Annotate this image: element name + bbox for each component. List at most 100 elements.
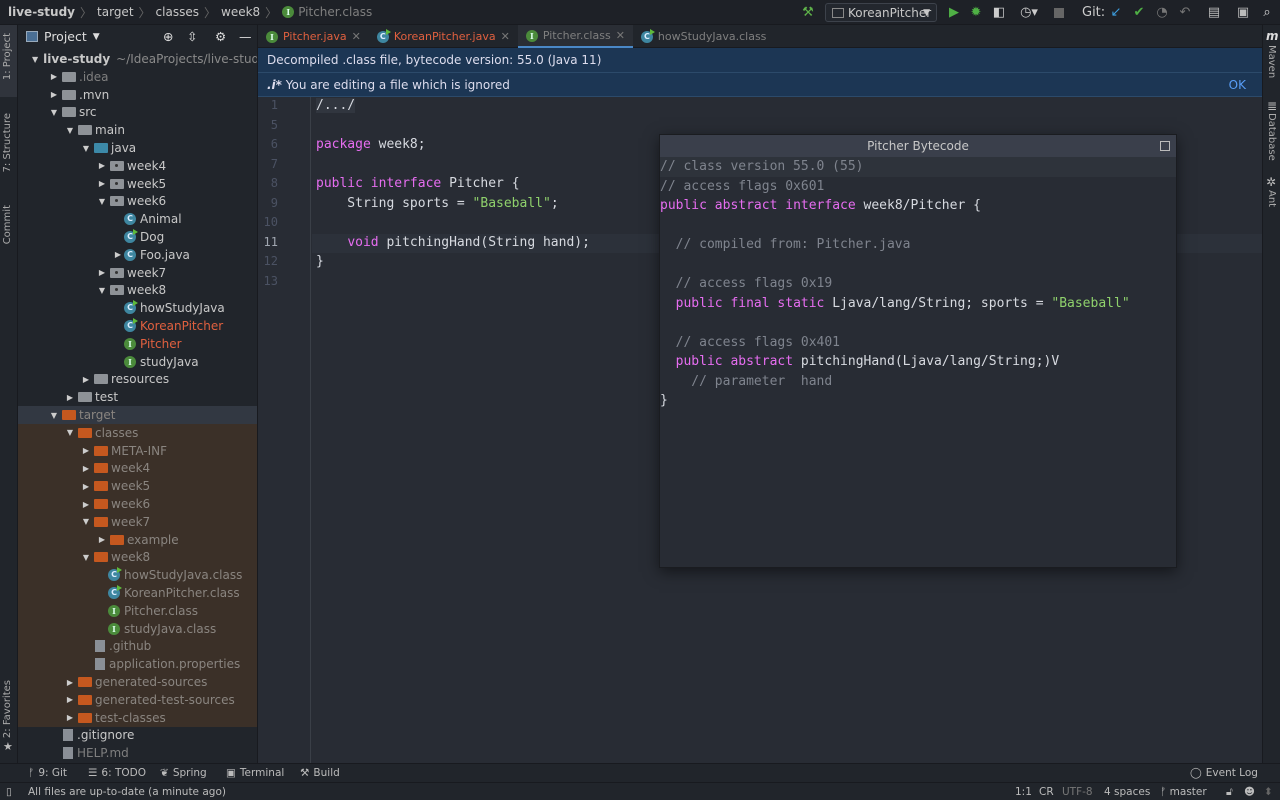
tree-item[interactable]: ▶ week5 xyxy=(18,175,257,193)
expanded-arrow-icon[interactable]: ▼ xyxy=(48,411,60,420)
expanded-arrow-icon[interactable]: ▼ xyxy=(32,55,38,64)
hammer-icon[interactable]: ⚒ xyxy=(799,4,817,21)
code-line[interactable]: } xyxy=(316,254,324,269)
tab-koreanpitcher-java[interactable]: C KoreanPitcher.java ✕ xyxy=(369,25,518,48)
git-branch-widget[interactable]: ᚠ master xyxy=(1160,786,1207,798)
indent-setting[interactable]: 4 spaces xyxy=(1104,786,1150,798)
tree-item[interactable]: I Pitcher.class xyxy=(18,601,257,620)
code-line[interactable]: public interface Pitcher { xyxy=(316,176,520,191)
expanded-arrow-icon[interactable]: ▼ xyxy=(48,108,60,117)
tree-item[interactable]: IstudyJava xyxy=(18,353,257,371)
stop-icon[interactable] xyxy=(1053,4,1065,21)
tree-item[interactable]: I Pitcher xyxy=(18,335,257,353)
close-icon[interactable]: ✕ xyxy=(501,30,510,43)
tree-item[interactable]: ▶ generated-sources xyxy=(18,673,257,691)
tree-item[interactable]: application.properties xyxy=(18,655,257,674)
breadcrumb-item[interactable]: classes xyxy=(156,5,199,19)
line-separator[interactable]: CR xyxy=(1039,786,1054,798)
expanded-arrow-icon[interactable]: ▼ xyxy=(96,286,108,295)
breadcrumb-item[interactable]: target xyxy=(97,5,134,19)
collapsed-arrow-icon[interactable]: ▶ xyxy=(48,72,60,81)
breadcrumb-item[interactable]: week8 xyxy=(221,5,260,19)
project-view-select[interactable]: Project xyxy=(44,29,87,44)
tree-item[interactable]: ▶ week6 xyxy=(18,495,257,513)
tree-item[interactable]: C KoreanPitcher xyxy=(18,317,257,335)
collapsed-arrow-icon[interactable]: ▶ xyxy=(96,179,108,188)
tool-tab-structure[interactable]: 7: Structure xyxy=(2,113,13,172)
collapsed-arrow-icon[interactable]: ▶ xyxy=(64,678,76,687)
tree-item[interactable]: ChowStudyJava.class xyxy=(18,566,257,585)
collapsed-arrow-icon[interactable]: ▶ xyxy=(80,375,92,384)
tool-tab-database[interactable]: Database xyxy=(1266,113,1277,161)
tool-tab-maven[interactable]: Maven xyxy=(1266,45,1277,78)
locate-icon[interactable]: ⊕ xyxy=(163,29,173,44)
lock-icon[interactable]: 🔓︎ xyxy=(1226,786,1233,799)
chevron-down-icon[interactable]: ▼ xyxy=(93,32,100,42)
tree-item[interactable]: .gitignore xyxy=(18,726,257,744)
tree-item[interactable]: ▶ week7 xyxy=(18,264,257,282)
status-message[interactable]: All files are up-to-date (a minute ago) xyxy=(28,786,226,798)
ok-link[interactable]: OK xyxy=(1229,73,1246,97)
tree-item[interactable]: ▼ live-study ~/IdeaProjects/live-study xyxy=(18,50,257,68)
tool-tab-todo[interactable]: ☰ 6: TODO xyxy=(88,767,146,779)
expanded-arrow-icon[interactable]: ▼ xyxy=(96,197,108,206)
tree-item[interactable]: ▶ META-INF xyxy=(18,441,257,460)
debug-icon[interactable]: ✹ xyxy=(968,4,984,21)
gear-icon[interactable]: ⚙ xyxy=(215,29,226,44)
git-commit-icon[interactable]: ✔ xyxy=(1131,4,1147,21)
run-configuration-select[interactable]: KoreanPitcher ▼ xyxy=(825,3,937,22)
collapsed-arrow-icon[interactable]: ▶ xyxy=(96,268,108,277)
tree-item[interactable]: ▶ week4 xyxy=(18,459,257,478)
tree-item[interactable]: ▶ week5 xyxy=(18,477,257,496)
tool-tab-project[interactable]: 1: Project xyxy=(2,33,13,80)
expanded-arrow-icon[interactable]: ▼ xyxy=(80,553,92,562)
file-encoding[interactable]: UTF-8 xyxy=(1062,786,1093,798)
tab-pitcher-java[interactable]: I Pitcher.java ✕ xyxy=(258,25,369,48)
tree-item[interactable]: ▶ resources xyxy=(18,370,257,388)
close-icon[interactable]: ✕ xyxy=(616,29,625,42)
tree-item[interactable]: HELP.md xyxy=(18,744,257,762)
tree-item[interactable]: ▶ generated-test-sources xyxy=(18,690,257,709)
tool-tab-spring[interactable]: ❦ Spring xyxy=(160,767,207,779)
collapsed-arrow-icon[interactable]: ▶ xyxy=(96,161,108,170)
close-icon[interactable]: ✕ xyxy=(352,30,361,43)
expanded-arrow-icon[interactable]: ▼ xyxy=(64,428,76,437)
code-line[interactable]: package week8; xyxy=(316,137,426,152)
expanded-arrow-icon[interactable]: ▼ xyxy=(64,126,76,135)
code-line[interactable]: void pitchingHand(String hand); xyxy=(316,235,590,250)
collapse-all-icon[interactable]: ⇳ xyxy=(187,29,197,44)
hide-icon[interactable]: — xyxy=(239,29,252,44)
collapsed-arrow-icon[interactable]: ▶ xyxy=(64,695,76,704)
memory-icon[interactable]: ⬍ xyxy=(1264,786,1273,798)
tree-item[interactable]: ▼ main xyxy=(18,121,257,139)
history-icon[interactable]: ◔ xyxy=(1154,4,1170,21)
tree-item[interactable]: ▼ week8 xyxy=(18,281,257,299)
code-line[interactable]: /.../ xyxy=(316,98,356,113)
folded-region[interactable]: /.../ xyxy=(316,98,356,113)
caret-position[interactable]: 1:1 xyxy=(1015,786,1032,798)
terminal-icon[interactable]: ▣ xyxy=(1235,4,1251,21)
expanded-arrow-icon[interactable]: ▼ xyxy=(80,517,92,526)
code-line[interactable]: String sports = "Baseball"; xyxy=(316,196,558,211)
tree-item[interactable]: ▼ java xyxy=(18,139,257,157)
tree-item[interactable]: ▶ test-classes xyxy=(18,708,257,727)
tab-pitcher-class[interactable]: I Pitcher.class ✕ xyxy=(517,25,633,48)
tool-tab-ant[interactable]: Ant xyxy=(1266,190,1277,207)
profile-icon[interactable]: ◷▾ xyxy=(1015,4,1043,21)
collapsed-arrow-icon[interactable]: ▶ xyxy=(80,500,92,509)
tool-tab-git[interactable]: ᚠ 9: Git xyxy=(28,767,67,779)
collapsed-arrow-icon[interactable]: ▶ xyxy=(80,464,92,473)
rollback-icon[interactable]: ↶ xyxy=(1177,4,1193,21)
tool-tab-commit[interactable]: Commit xyxy=(2,205,13,244)
tree-item[interactable]: IstudyJava.class xyxy=(18,619,257,638)
git-update-icon[interactable]: ↙ xyxy=(1108,4,1124,21)
breadcrumb-item[interactable]: live-study xyxy=(8,5,75,19)
tree-item[interactable]: ▶ C Foo.java xyxy=(18,246,257,264)
tree-item[interactable]: ▶ .mvn xyxy=(18,86,257,104)
tree-item[interactable]: ▼ src xyxy=(18,103,257,121)
tree-item[interactable]: C Dog xyxy=(18,228,257,246)
tree-item[interactable]: ▶ .idea xyxy=(18,68,257,86)
tool-tab-event-log[interactable]: ◯ Event Log xyxy=(1190,767,1258,779)
collapsed-arrow-icon[interactable]: ▶ xyxy=(64,393,76,402)
tree-item[interactable]: ▼ week8 xyxy=(18,548,257,567)
